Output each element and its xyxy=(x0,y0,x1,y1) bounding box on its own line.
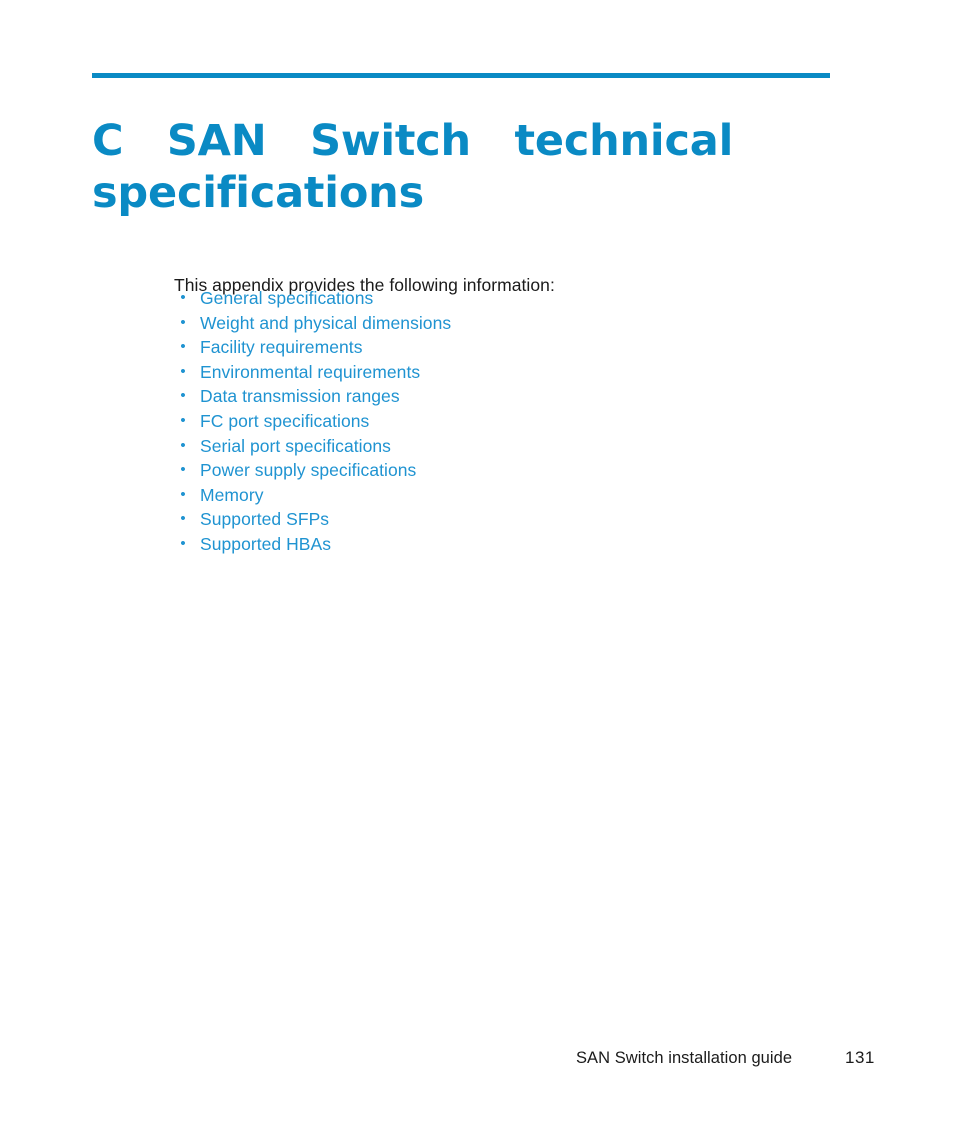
document-page: C SAN Switch technical specifications Th… xyxy=(0,0,954,1145)
toc-link-fc-port-specifications[interactable]: FC port specifications xyxy=(200,411,369,431)
toc-link-serial-port-specifications[interactable]: Serial port specifications xyxy=(200,436,391,456)
list-item: • Environmental requirements xyxy=(174,360,794,385)
toc-link-general-specifications[interactable]: General specifications xyxy=(200,288,373,308)
title-divider-rule xyxy=(92,73,830,78)
bullet-icon: • xyxy=(180,313,186,331)
footer-page-number: 131 xyxy=(845,1048,875,1067)
bullet-icon: • xyxy=(180,289,186,306)
toc-link-weight-and-physical-dimensions[interactable]: Weight and physical dimensions xyxy=(200,313,451,333)
toc-link-power-supply-specifications[interactable]: Power supply specifications xyxy=(200,460,416,480)
list-item: • General specifications xyxy=(174,286,794,311)
bullet-icon: • xyxy=(180,338,186,356)
list-item: • Power supply specifications xyxy=(174,458,794,483)
page-title-line-1: C SAN Switch technical xyxy=(92,115,734,166)
list-item: • Data transmission ranges xyxy=(174,384,794,409)
toc-link-memory[interactable]: Memory xyxy=(200,485,264,505)
bullet-icon: • xyxy=(180,411,186,429)
page-title: C SAN Switch technical specifications xyxy=(92,115,792,219)
list-item: • FC port specifications xyxy=(174,409,794,434)
appendix-contents-list: • General specifications • Weight and ph… xyxy=(174,286,794,557)
footer-guide-title: SAN Switch installation guide xyxy=(576,1049,793,1067)
page-title-line-2: specifications xyxy=(92,167,424,218)
bullet-icon: • xyxy=(180,362,186,380)
list-item: • Weight and physical dimensions xyxy=(174,311,794,336)
page-footer: SAN Switch installation guide 131 xyxy=(0,1046,954,1072)
list-item: • Memory xyxy=(174,483,794,508)
bullet-icon: • xyxy=(180,510,186,528)
bullet-icon: • xyxy=(180,387,186,405)
toc-link-data-transmission-ranges[interactable]: Data transmission ranges xyxy=(200,386,400,406)
toc-link-supported-sfps[interactable]: Supported SFPs xyxy=(200,509,329,529)
list-item: • Supported HBAs xyxy=(174,532,794,557)
list-item: • Facility requirements xyxy=(174,335,794,360)
bullet-icon: • xyxy=(180,534,186,552)
toc-link-facility-requirements[interactable]: Facility requirements xyxy=(200,337,363,357)
bullet-icon: • xyxy=(180,436,186,454)
bullet-icon: • xyxy=(180,485,186,503)
toc-link-supported-hbas[interactable]: Supported HBAs xyxy=(200,534,331,554)
list-item: • Serial port specifications xyxy=(174,434,794,459)
bullet-icon: • xyxy=(180,461,186,479)
list-item: • Supported SFPs xyxy=(174,507,794,532)
toc-link-environmental-requirements[interactable]: Environmental requirements xyxy=(200,362,420,382)
